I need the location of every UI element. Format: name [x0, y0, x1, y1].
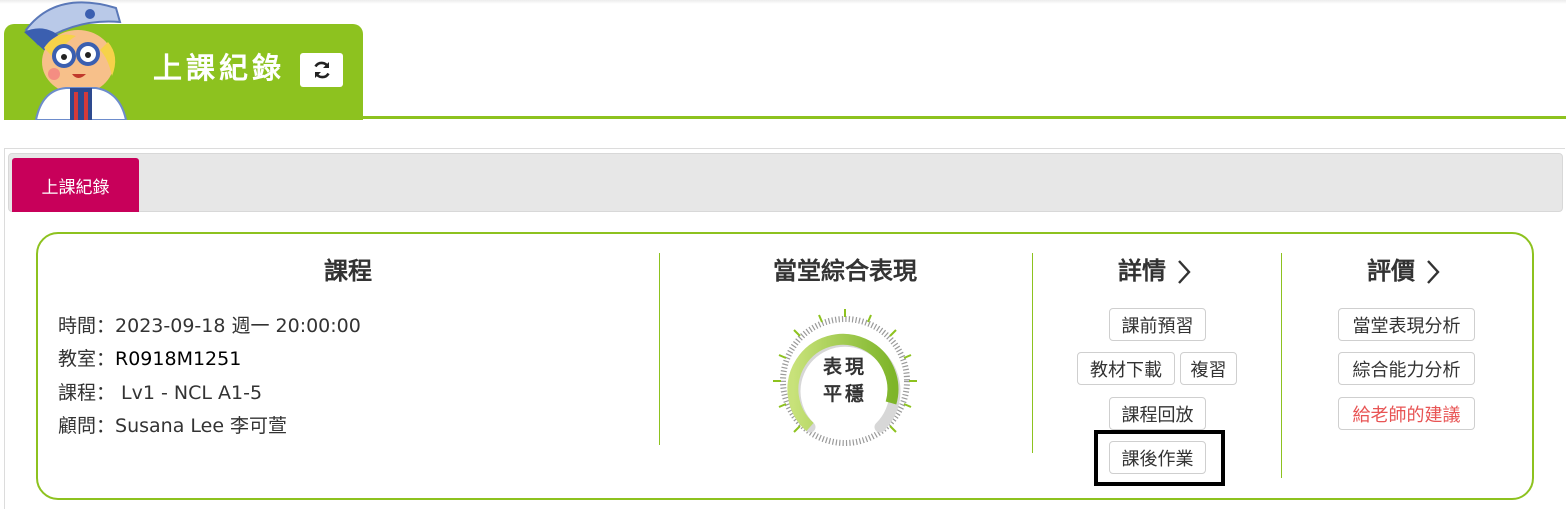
details-heading[interactable]: 詳情	[1100, 256, 1210, 286]
divider-2	[1032, 253, 1033, 453]
replay-button[interactable]: 課程回放	[1109, 397, 1206, 430]
gauge-label: 表現 平穩	[815, 354, 875, 408]
details-heading-label: 詳情	[1118, 257, 1166, 285]
gauge-line-2: 平穩	[822, 383, 867, 405]
consultant-label: 顧問：	[58, 415, 116, 437]
classroom-label: 教室：	[58, 348, 116, 370]
time-label: 時間：	[58, 315, 116, 337]
tab-class-records[interactable]: 上課紀錄	[12, 158, 139, 212]
performance-heading: 當堂綜合表現	[773, 257, 917, 285]
evaluation-heading-label: 評價	[1367, 257, 1415, 285]
preview-button[interactable]: 課前預習	[1109, 308, 1206, 341]
consultant-row: 顧問：Susana Lee 李可萱	[58, 413, 287, 439]
refresh-icon	[313, 61, 330, 79]
material-download-button[interactable]: 教材下載	[1077, 352, 1175, 385]
time-value: 2023-09-18 週一 20:00:00	[115, 315, 361, 337]
divider-3	[1281, 253, 1282, 478]
refresh-button[interactable]	[300, 53, 343, 87]
classroom-value: R0918M1251	[115, 348, 242, 370]
course-label: 課程：	[58, 382, 116, 404]
page-title: 上課紀錄	[153, 51, 286, 85]
divider-1	[659, 253, 660, 445]
course-value: Lv1 - NCL A1-5	[115, 382, 263, 404]
tab-bar	[8, 153, 1563, 212]
classroom-row: 教室：R0918M1251	[58, 346, 241, 372]
course-row: 課程： Lv1 - NCL A1-5	[58, 380, 262, 406]
mascot-logo	[24, 1, 128, 120]
time-row: 時間：2023-09-18 週一 20:00:00	[58, 313, 361, 339]
chevron-right-icon	[1178, 260, 1191, 284]
chevron-right-icon	[1427, 260, 1440, 284]
header-rule	[4, 116, 1566, 119]
in-class-analysis-button[interactable]: 當堂表現分析	[1338, 308, 1475, 341]
review-button[interactable]: 複習	[1180, 352, 1237, 385]
gauge-line-1: 表現	[822, 356, 867, 378]
evaluation-heading[interactable]: 評價	[1349, 256, 1459, 286]
suggestion-to-teacher-button[interactable]: 給老師的建議	[1338, 397, 1475, 430]
consultant-value: Susana Lee 李可萱	[115, 415, 288, 437]
ability-analysis-button[interactable]: 綜合能力分析	[1338, 352, 1475, 385]
course-heading: 課程	[324, 257, 372, 285]
top-shadow	[0, 0, 1566, 4]
homework-highlight-box	[1094, 430, 1225, 486]
